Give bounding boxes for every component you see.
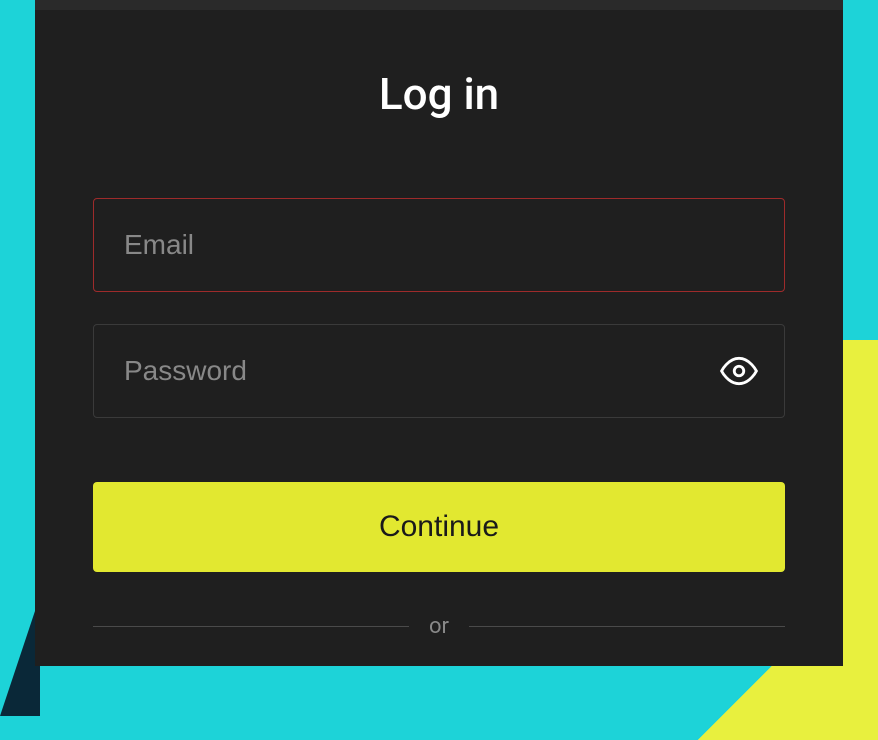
divider-line-left [93,626,409,627]
divider-line-right [469,626,785,627]
page-title: Log in [93,68,785,120]
password-input-wrapper [93,324,785,418]
eye-icon[interactable] [720,352,758,390]
login-modal: Log in Continue or [35,0,843,666]
background-triangle [0,596,40,716]
email-field[interactable] [94,199,784,291]
continue-button[interactable]: Continue [93,482,785,572]
divider-text: or [429,614,449,639]
modal-top-bar [35,0,843,10]
divider: or [93,614,785,639]
email-input-wrapper [93,198,785,292]
password-field[interactable] [94,325,784,417]
